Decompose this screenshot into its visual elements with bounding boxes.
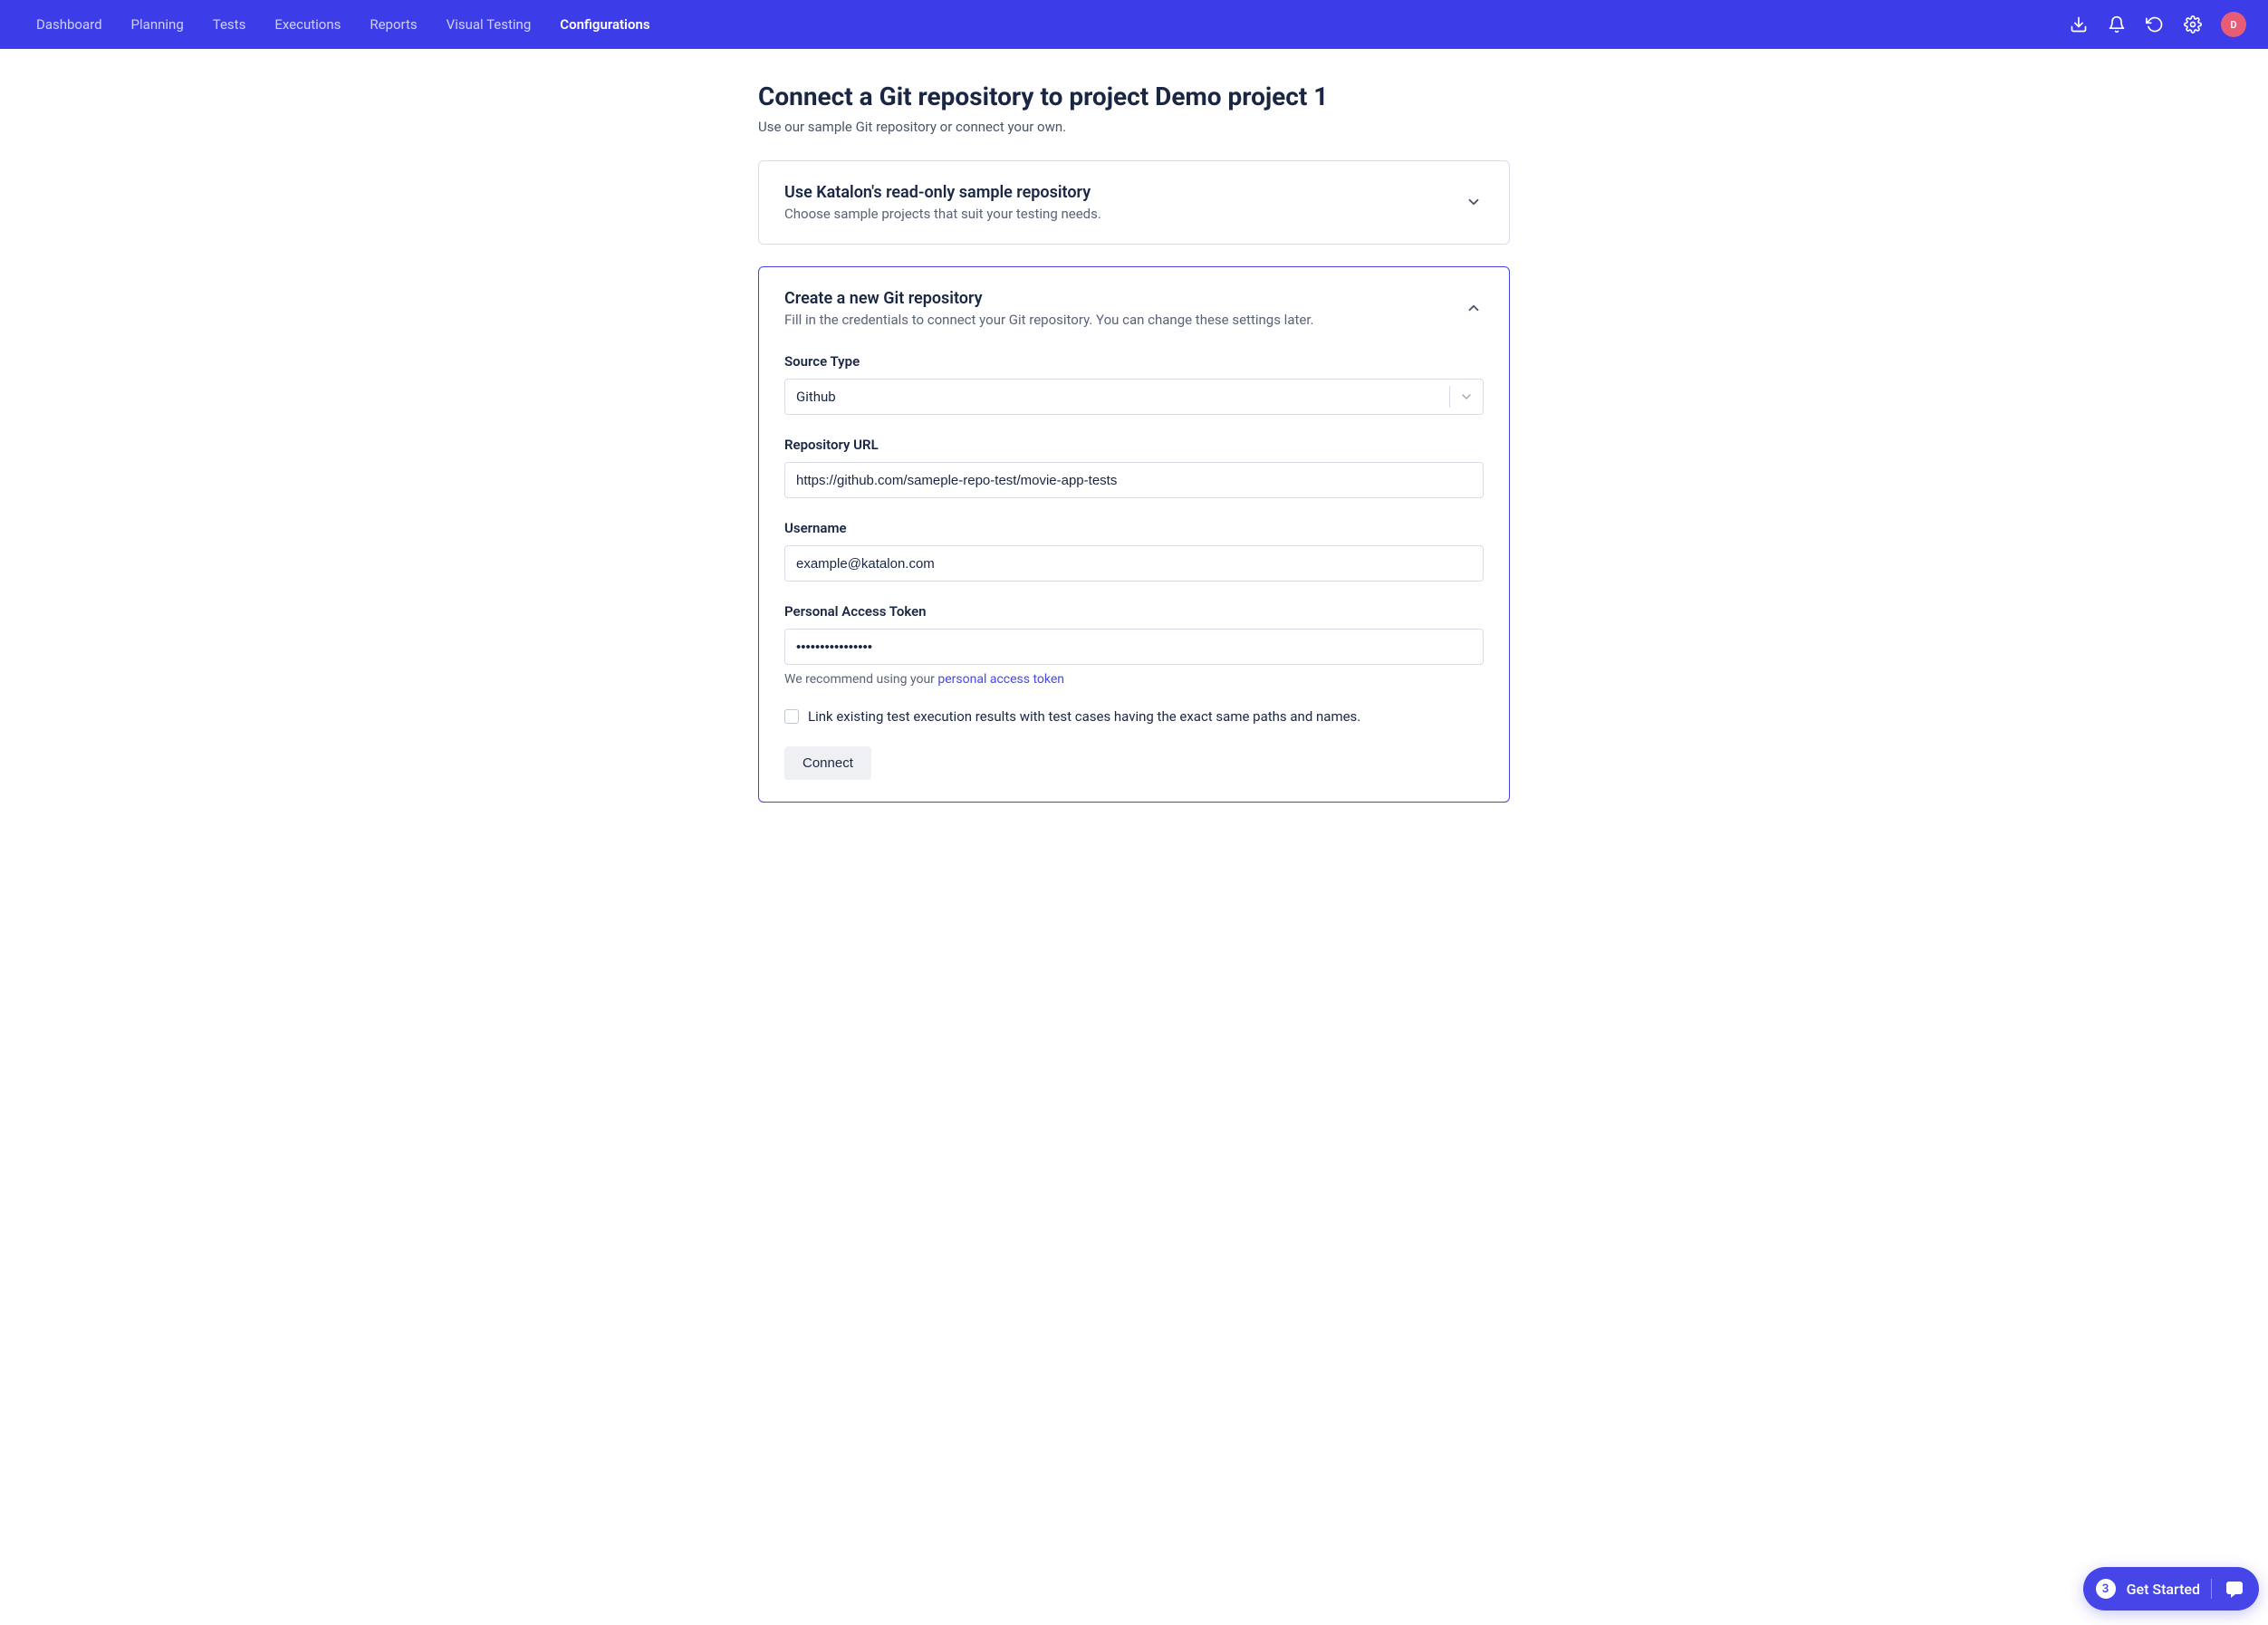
card-new-header[interactable]: Create a new Git repository Fill in the … <box>784 289 1484 328</box>
chevron-down-icon <box>1466 194 1484 212</box>
source-type-value: Github <box>785 389 1449 405</box>
chevron-up-icon <box>1466 300 1484 318</box>
main-content: Connect a Git repository to project Demo… <box>686 49 1582 933</box>
widget-text: Get Started <box>2127 1581 2200 1598</box>
gear-icon[interactable] <box>2183 14 2203 34</box>
source-type-select[interactable]: Github <box>784 379 1484 415</box>
nav-dashboard[interactable]: Dashboard <box>22 16 117 33</box>
widget-count-badge: 3 <box>2096 1579 2116 1599</box>
form-group-source-type: Source Type Github <box>784 353 1484 415</box>
nav-reports[interactable]: Reports <box>355 16 431 33</box>
top-navbar: Dashboard Planning Tests Executions Repo… <box>0 0 2268 49</box>
token-helper-prefix: We recommend using your <box>784 672 937 687</box>
page-subtitle: Use our sample Git repository or connect… <box>758 119 1510 135</box>
card-sample-title: Use Katalon's read-only sample repositor… <box>784 183 1466 202</box>
connect-button[interactable]: Connect <box>784 746 871 780</box>
form-group-token: Personal Access Token We recommend using… <box>784 603 1484 687</box>
widget-divider <box>2211 1579 2212 1599</box>
get-started-widget[interactable]: 3 Get Started ? <box>2083 1567 2259 1611</box>
card-new-subtitle: Fill in the credentials to connect your … <box>784 312 1466 328</box>
nav-left: Dashboard Planning Tests Executions Repo… <box>22 16 665 33</box>
nav-configurations[interactable]: Configurations <box>545 16 664 33</box>
card-sample-repo: Use Katalon's read-only sample repositor… <box>758 160 1510 245</box>
chevron-down-icon <box>1450 389 1483 404</box>
link-results-checkbox[interactable] <box>784 709 799 724</box>
card-new-repo: Create a new Git repository Fill in the … <box>758 266 1510 803</box>
nav-executions[interactable]: Executions <box>260 16 355 33</box>
repo-url-label: Repository URL <box>784 437 1484 453</box>
checkbox-label: Link existing test execution results wit… <box>808 708 1360 725</box>
token-helper-link[interactable]: personal access token <box>937 672 1064 687</box>
checkbox-row: Link existing test execution results wit… <box>784 708 1484 725</box>
card-sample-header-text: Use Katalon's read-only sample repositor… <box>784 183 1466 222</box>
source-type-label: Source Type <box>784 353 1484 370</box>
username-input[interactable] <box>784 545 1484 582</box>
svg-text:?: ? <box>2232 1582 2237 1594</box>
nav-right: D <box>2069 12 2246 37</box>
nav-visual-testing[interactable]: Visual Testing <box>432 16 546 33</box>
card-sample-header[interactable]: Use Katalon's read-only sample repositor… <box>784 183 1484 222</box>
token-label: Personal Access Token <box>784 603 1484 620</box>
avatar[interactable]: D <box>2221 12 2246 37</box>
token-input[interactable] <box>784 629 1484 665</box>
history-icon[interactable] <box>2145 14 2165 34</box>
form-group-repo-url: Repository URL <box>784 437 1484 498</box>
card-sample-subtitle: Choose sample projects that suit your te… <box>784 206 1466 222</box>
username-label: Username <box>784 520 1484 536</box>
token-helper: We recommend using your personal access … <box>784 672 1484 687</box>
nav-planning[interactable]: Planning <box>117 16 198 33</box>
card-new-header-text: Create a new Git repository Fill in the … <box>784 289 1466 328</box>
help-icon: ? <box>2223 1577 2246 1601</box>
download-icon[interactable] <box>2069 14 2089 34</box>
form-section: Source Type Github Repository URL Userna… <box>784 353 1484 780</box>
repo-url-input[interactable] <box>784 462 1484 498</box>
bell-icon[interactable] <box>2107 14 2127 34</box>
card-new-title: Create a new Git repository <box>784 289 1466 308</box>
form-group-username: Username <box>784 520 1484 582</box>
page-title: Connect a Git repository to project Demo… <box>758 82 1510 111</box>
nav-tests[interactable]: Tests <box>198 16 261 33</box>
